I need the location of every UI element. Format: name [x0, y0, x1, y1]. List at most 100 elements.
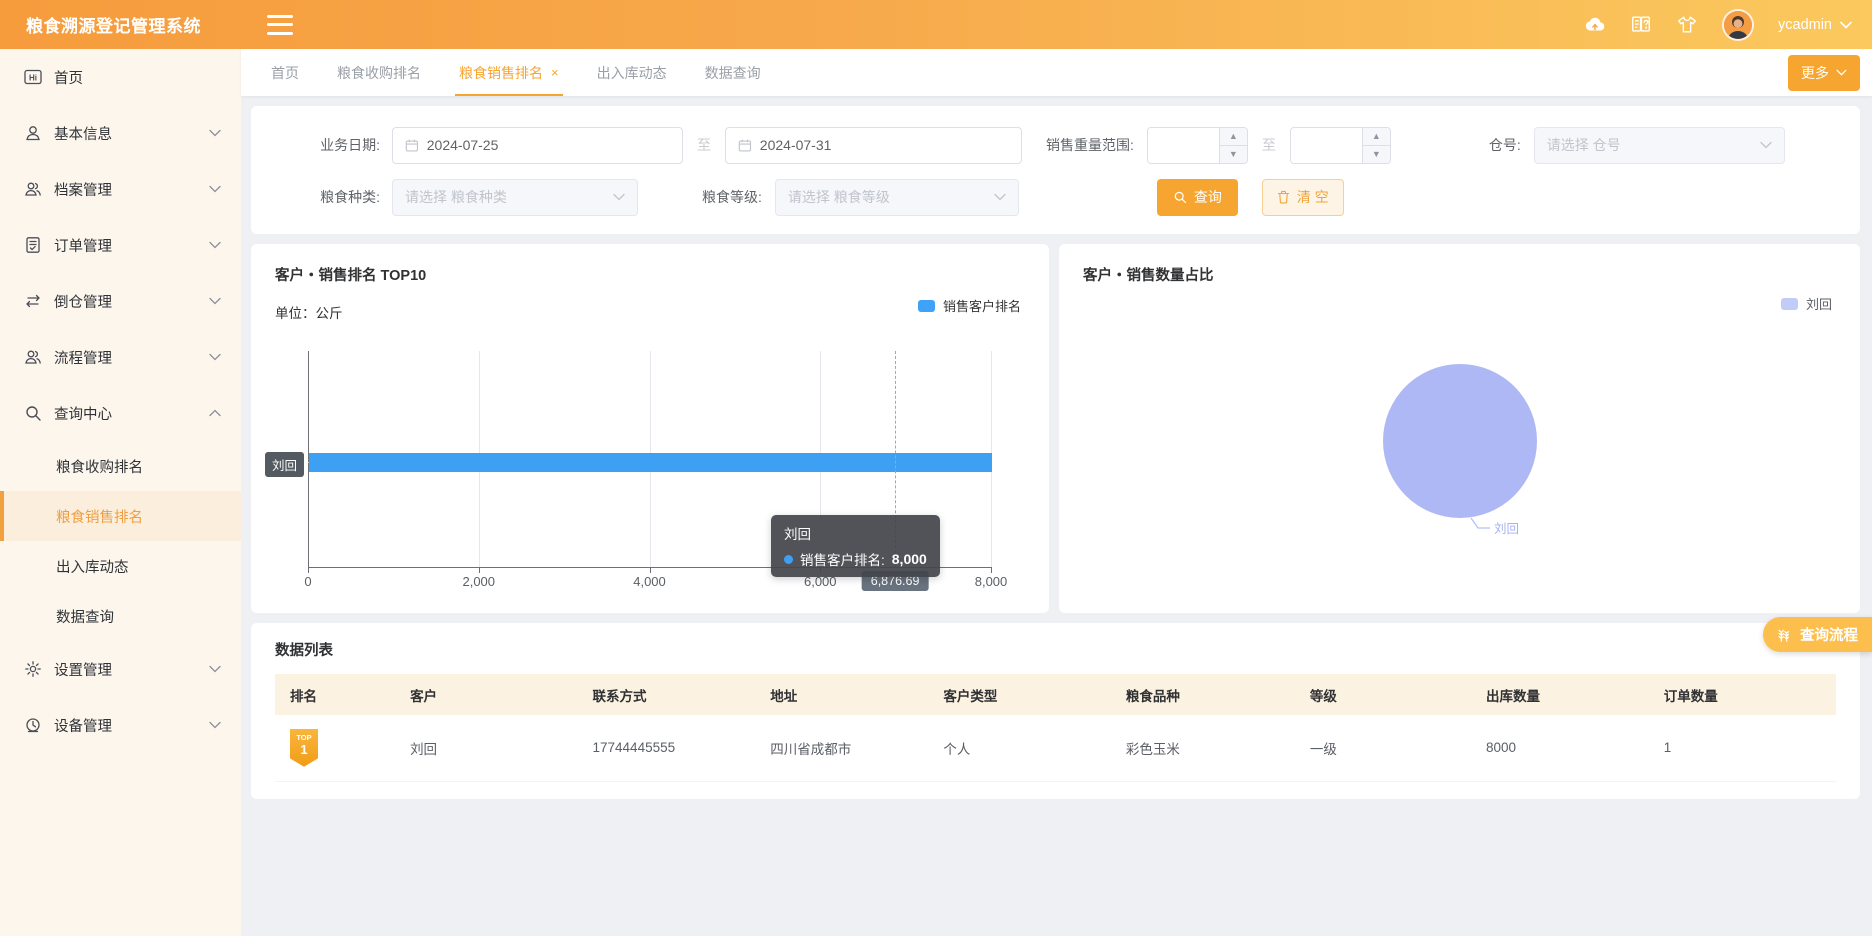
sidebar-item-label: 流程管理 [54, 347, 112, 368]
cell-phone: 17744445555 [578, 715, 756, 781]
col-outbound-qty: 出库数量 [1471, 674, 1649, 715]
query-flow-button[interactable]: 查询流程 [1763, 617, 1872, 652]
gear-icon [24, 660, 42, 678]
stepper-up-icon[interactable]: ▲ [1363, 128, 1390, 146]
sidebar-item-label: 设备管理 [54, 715, 112, 736]
tab-grain-purchase-rank[interactable]: 粮食收购排名 [337, 49, 421, 96]
tab-home[interactable]: 首页 [271, 49, 299, 96]
table-header-row: 排名 客户 联系方式 地址 客户类型 粮食品种 等级 出库数量 订单数量 [275, 674, 1836, 715]
cloud-upload-icon[interactable] [1584, 14, 1606, 36]
weight-max-input[interactable] [1291, 128, 1362, 163]
sidebar-item-data-query[interactable]: 数据查询 [0, 591, 241, 641]
theme-shirt-icon[interactable] [1676, 14, 1698, 36]
sidebar-item-process-mgmt[interactable]: 流程管理 [0, 329, 241, 385]
pie-label-connector [1471, 518, 1490, 528]
grain-type-select[interactable]: 请选择 粮食种类 [392, 179, 638, 216]
col-order-qty: 订单数量 [1649, 674, 1836, 715]
date-to-separator: 至 [697, 135, 711, 155]
tab-inout-warehouse[interactable]: 出入库动态 [597, 49, 667, 96]
chevron-down-icon [209, 129, 221, 137]
search-icon [1173, 190, 1187, 204]
date-from-input[interactable] [392, 127, 683, 164]
stepper-up-icon[interactable]: ▲ [1220, 128, 1247, 146]
clear-button[interactable]: 清 空 [1262, 179, 1344, 216]
tab-close-icon[interactable]: × [551, 65, 559, 80]
bar-chart-legend[interactable]: 销售客户排名 [918, 296, 1021, 315]
col-phone: 联系方式 [578, 674, 756, 715]
hamburger-menu-icon[interactable] [267, 15, 293, 35]
legend-swatch [1781, 298, 1798, 310]
sidebar-item-label: 订单管理 [54, 235, 112, 256]
tab-bar: 首页 粮食收购排名 粮食销售排名 × 出入库动态 数据查询 更多 [241, 49, 1872, 96]
search-button[interactable]: 查询 [1157, 179, 1238, 216]
bar-chart-unit: 单位：公斤 [275, 302, 343, 322]
chevron-down-icon [209, 665, 221, 673]
cell-outbound-qty: 8000 [1471, 715, 1649, 781]
pie-slice-liuhui[interactable] [1383, 364, 1537, 518]
sidebar-item-grain-sales-rank[interactable]: 粮食销售排名 [0, 491, 241, 541]
weight-to-separator: 至 [1262, 135, 1276, 155]
grain-grade-placeholder: 请选择 粮食等级 [788, 187, 994, 207]
pie-chart-legend[interactable]: 刘回 [1781, 294, 1832, 313]
help-book-icon[interactable] [1630, 14, 1652, 36]
warehouse-select[interactable]: 请选择 仓号 [1534, 127, 1785, 164]
trash-icon [1277, 190, 1290, 204]
chevron-down-icon [209, 353, 221, 361]
sidebar-item-query-center[interactable]: 查询中心 [0, 385, 241, 441]
x-tick: 0 [304, 574, 311, 589]
date-from-value[interactable] [427, 137, 670, 153]
col-customer: 客户 [395, 674, 577, 715]
svg-text:Hi: Hi [29, 74, 37, 83]
sidebar-item-order-mgmt[interactable]: 订单管理 [0, 217, 241, 273]
users-icon [24, 348, 42, 366]
bar-liuhui[interactable] [309, 453, 992, 472]
stepper-down-icon[interactable]: ▼ [1220, 146, 1247, 163]
weight-min-input[interactable] [1148, 128, 1219, 163]
sidebar-item-basic-info[interactable]: 基本信息 [0, 105, 241, 161]
chevron-down-icon [1760, 141, 1772, 149]
sidebar-item-device-mgmt[interactable]: 设备管理 [0, 697, 241, 753]
sidebar-item-grain-purchase-rank[interactable]: 粮食收购排名 [0, 441, 241, 491]
chevron-down-icon [209, 721, 221, 729]
chevron-down-icon [1836, 69, 1847, 76]
order-icon [24, 236, 42, 254]
grain-type-placeholder: 请选择 粮食种类 [405, 187, 613, 207]
sidebar-item-label: 档案管理 [54, 179, 112, 200]
legend-swatch [918, 300, 935, 312]
user-avatar[interactable] [1722, 9, 1754, 41]
username-dropdown[interactable]: ycadmin [1778, 17, 1852, 33]
warehouse-label: 仓号: [1489, 135, 1521, 155]
sidebar-item-settings-mgmt[interactable]: 设置管理 [0, 641, 241, 697]
sidebar-item-label: 出入库动态 [56, 556, 129, 577]
date-to-value[interactable] [760, 137, 1009, 153]
data-list-title: 数据列表 [275, 639, 1836, 660]
bar-chart-title: 客户・销售排名 TOP10 [275, 264, 426, 285]
col-customer-type: 客户类型 [928, 674, 1110, 715]
legend-label: 刘回 [1806, 294, 1832, 313]
weight-max-stepper[interactable]: ▲▼ [1290, 127, 1391, 164]
more-button[interactable]: 更多 [1788, 55, 1860, 91]
table-row[interactable]: TOP 1 刘回 17744445555 四川省成都市 个人 彩色玉米 一级 8… [275, 715, 1836, 781]
sidebar-item-label: 粮食销售排名 [56, 506, 143, 527]
pie-chart: 刘回 [1059, 244, 1860, 613]
data-table: 排名 客户 联系方式 地址 客户类型 粮食品种 等级 出库数量 订单数量 [275, 674, 1836, 782]
sidebar-item-warehouse-transfer[interactable]: 倒仓管理 [0, 273, 241, 329]
sidebar-item-inout-warehouse[interactable]: 出入库动态 [0, 541, 241, 591]
cell-customer: 刘回 [395, 715, 577, 781]
users-icon [24, 180, 42, 198]
sidebar-item-archive-mgmt[interactable]: 档案管理 [0, 161, 241, 217]
cell-grain-variety: 彩色玉米 [1111, 715, 1295, 781]
app-header: 粮食溯源登记管理系统 ycadmin [0, 0, 1872, 49]
pie-chart-title: 客户・销售数量占比 [1083, 264, 1214, 285]
sidebar-item-label: 设置管理 [54, 659, 112, 680]
sidebar-item-label: 基本信息 [54, 123, 112, 144]
tab-data-query[interactable]: 数据查询 [705, 49, 761, 96]
weight-min-stepper[interactable]: ▲▼ [1147, 127, 1248, 164]
date-to-input[interactable] [725, 127, 1022, 164]
sidebar-item-home[interactable]: Hi 首页 [0, 49, 241, 105]
chevron-down-icon [994, 193, 1006, 201]
tab-grain-sales-rank[interactable]: 粮食销售排名 × [459, 49, 559, 96]
cell-order-qty: 1 [1649, 715, 1836, 781]
grain-grade-select[interactable]: 请选择 粮食等级 [775, 179, 1019, 216]
stepper-down-icon[interactable]: ▼ [1363, 146, 1390, 163]
